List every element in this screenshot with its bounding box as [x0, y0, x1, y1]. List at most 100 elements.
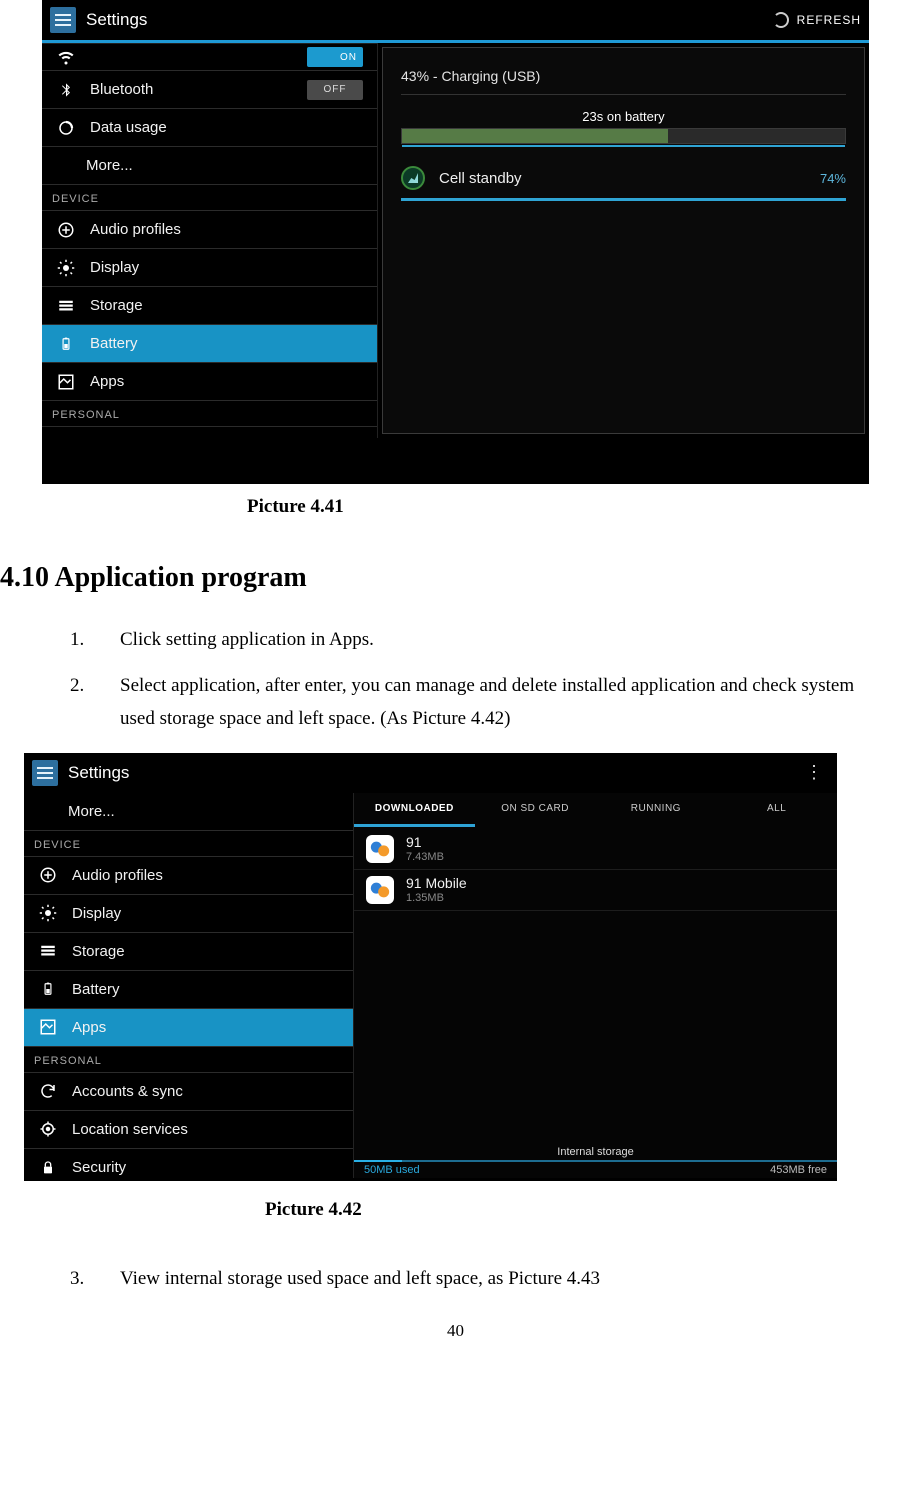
- sidebar-item-storage[interactable]: Storage: [24, 933, 353, 971]
- step-list: 1. Click setting application in Apps. 2.…: [70, 624, 887, 735]
- tab-downloaded[interactable]: DOWNLOADED: [354, 793, 475, 827]
- sidebar-item-audio[interactable]: Audio profiles: [24, 857, 353, 895]
- sidebar-item-security[interactable]: Security: [24, 1149, 353, 1187]
- apps-list: 91 7.43MB 91 Mobile 1.35MB: [354, 827, 837, 1160]
- app-row[interactable]: 91 Mobile 1.35MB: [354, 870, 837, 911]
- screenshot-apps: Settings ⋮ More... DEVICE Audio profiles: [24, 753, 837, 1181]
- apps-icon: [38, 1017, 58, 1037]
- app-size: 1.35MB: [406, 892, 467, 904]
- apps-tabs: DOWNLOADED ON SD CARD RUNNING ALL: [354, 793, 837, 827]
- sidebar-item-more[interactable]: More...: [24, 793, 353, 831]
- lock-icon: [38, 1158, 58, 1178]
- storage-label: Internal storage: [354, 1146, 837, 1158]
- sidebar-item-data-usage[interactable]: Data usage: [42, 109, 377, 147]
- security-label: Security: [72, 1159, 126, 1176]
- more-label: More...: [68, 803, 115, 820]
- accounts-label: Accounts & sync: [72, 1083, 183, 1100]
- sidebar: Wi-Fi ON Bluetooth OFF Dat: [42, 43, 378, 438]
- audio-icon: [38, 865, 58, 885]
- wifi-icon: [56, 47, 76, 67]
- app-size: 7.43MB: [406, 851, 444, 863]
- sidebar-item-audio[interactable]: Audio profiles: [42, 211, 377, 249]
- battery-usage-row-cell-standby[interactable]: Cell standby 74%: [401, 166, 846, 201]
- storage-label: Storage: [72, 943, 125, 960]
- sidebar-item-location[interactable]: Location services: [24, 1111, 353, 1149]
- tab-running[interactable]: RUNNING: [596, 793, 717, 827]
- sidebar-item-wifi[interactable]: Wi-Fi ON: [42, 43, 377, 71]
- sidebar-item-battery[interactable]: Battery: [24, 971, 353, 1009]
- location-icon: [38, 1119, 58, 1139]
- battery-graph[interactable]: [401, 128, 846, 144]
- app-title: Settings: [68, 763, 129, 783]
- step-number: 3.: [70, 1263, 120, 1295]
- display-icon: [38, 903, 58, 923]
- tab-all[interactable]: ALL: [716, 793, 837, 827]
- display-icon: [56, 258, 76, 278]
- refresh-icon: [773, 12, 789, 28]
- step-text: Select application, after enter, you can…: [120, 670, 887, 735]
- apps-label: Apps: [72, 1019, 106, 1036]
- section-header-personal: PERSONAL: [24, 1047, 353, 1073]
- battery-icon: [56, 334, 76, 354]
- storage-icon: [38, 941, 58, 961]
- battery-label: Battery: [90, 335, 138, 352]
- refresh-button[interactable]: REFRESH: [773, 12, 861, 28]
- charging-status: 43% - Charging (USB): [401, 62, 846, 95]
- display-label: Display: [72, 905, 121, 922]
- apps-icon: [56, 372, 76, 392]
- app-name: 91: [406, 835, 444, 850]
- list-item: 1. Click setting application in Apps.: [70, 624, 887, 656]
- bluetooth-toggle[interactable]: OFF: [307, 80, 363, 100]
- sidebar-item-apps[interactable]: Apps: [24, 1009, 353, 1047]
- section-heading: 4.10 Application program: [0, 562, 911, 594]
- section-header-device: DEVICE: [42, 185, 377, 211]
- sidebar-item-display[interactable]: Display: [42, 249, 377, 287]
- list-item: 2. Select application, after enter, you …: [70, 670, 887, 735]
- figure-caption-1: Picture 4.41: [247, 496, 911, 518]
- battery-detail-panel: 43% - Charging (USB) 23s on battery Cell…: [382, 47, 865, 434]
- sidebar-item-bluetooth[interactable]: Bluetooth OFF: [42, 71, 377, 109]
- sidebar-item-storage[interactable]: Storage: [42, 287, 377, 325]
- section-header-personal: PERSONAL: [42, 401, 377, 427]
- sidebar-item-more[interactable]: More...: [42, 147, 377, 185]
- overflow-menu-icon[interactable]: ⋮: [805, 762, 829, 783]
- audio-label: Audio profiles: [90, 221, 181, 238]
- storage-bar: [354, 1160, 837, 1162]
- battery-graph-caption: 23s on battery: [401, 109, 846, 124]
- app-title: Settings: [86, 10, 147, 30]
- sidebar-item-accounts[interactable]: Accounts & sync: [24, 1073, 353, 1111]
- section-header-device: DEVICE: [24, 831, 353, 857]
- display-label: Display: [90, 259, 139, 276]
- bluetooth-icon: [56, 80, 76, 100]
- figure-caption-2: Picture 4.42: [265, 1199, 911, 1221]
- page-number: 40: [0, 1321, 911, 1341]
- battery-label: Battery: [72, 981, 120, 998]
- battery-icon: [38, 979, 58, 999]
- wifi-toggle[interactable]: ON: [307, 47, 363, 67]
- sidebar-item-apps[interactable]: Apps: [42, 363, 377, 401]
- cell-standby-label: Cell standby: [439, 170, 522, 187]
- more-label: More...: [86, 157, 133, 174]
- sidebar-item-display[interactable]: Display: [24, 895, 353, 933]
- data-usage-label: Data usage: [90, 119, 167, 136]
- sidebar: More... DEVICE Audio profiles Display: [24, 793, 354, 1178]
- step-text: View internal storage used space and lef…: [120, 1263, 887, 1295]
- step-text: Click setting application in Apps.: [120, 624, 887, 656]
- cell-standby-percent: 74%: [820, 171, 846, 186]
- app-name: 91 Mobile: [406, 876, 467, 891]
- data-usage-icon: [56, 118, 76, 138]
- storage-label: Storage: [90, 297, 143, 314]
- apps-panel: DOWNLOADED ON SD CARD RUNNING ALL 91 7.4…: [354, 793, 837, 1178]
- app-row[interactable]: 91 7.43MB: [354, 829, 837, 870]
- storage-used: 50MB used: [364, 1164, 420, 1176]
- bluetooth-label: Bluetooth: [90, 81, 153, 98]
- sidebar-item-battery[interactable]: Battery: [42, 325, 377, 363]
- titlebar: Settings ⋮: [24, 753, 837, 793]
- apps-label: Apps: [90, 373, 124, 390]
- storage-icon: [56, 296, 76, 316]
- audio-label: Audio profiles: [72, 867, 163, 884]
- tab-on-sd-card[interactable]: ON SD CARD: [475, 793, 596, 827]
- step-number: 1.: [70, 624, 120, 656]
- sync-icon: [38, 1081, 58, 1101]
- refresh-label: REFRESH: [797, 13, 861, 27]
